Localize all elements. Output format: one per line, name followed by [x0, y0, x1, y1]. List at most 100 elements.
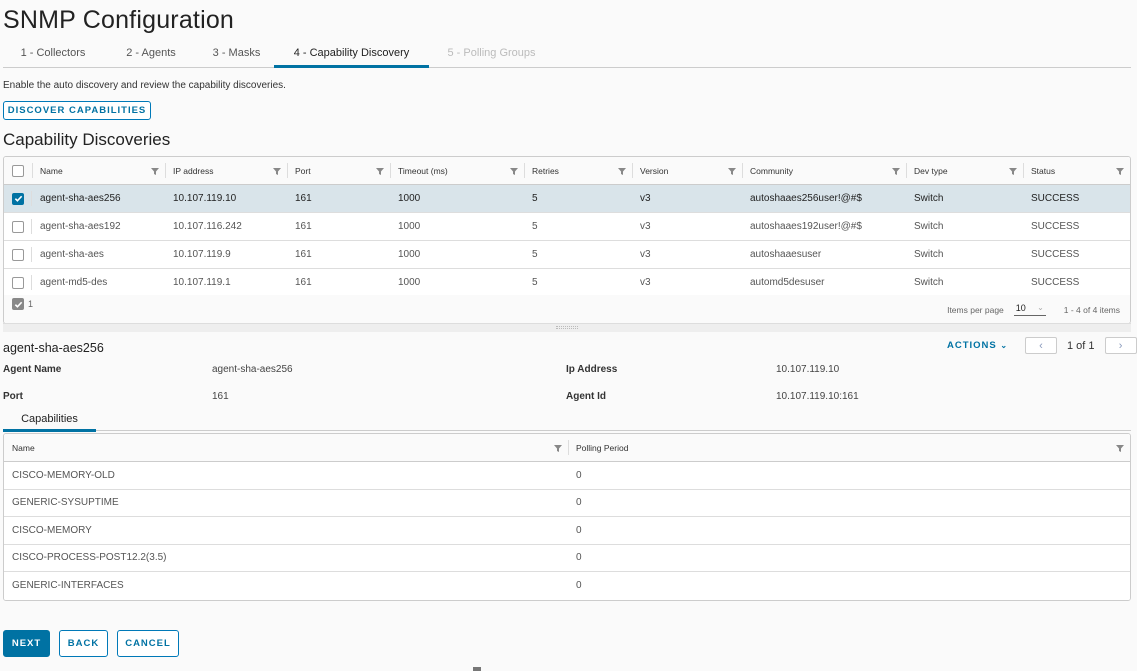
- step-capability-discovery[interactable]: 4 - Capability Discovery: [274, 42, 429, 68]
- cell-port: 161: [295, 221, 312, 232]
- column-header-timeout[interactable]: Timeout (ms): [390, 157, 524, 184]
- table-row[interactable]: agent-sha-aes192 10.107.116.242 161 1000…: [4, 213, 1130, 241]
- column-label: Timeout (ms): [398, 165, 448, 176]
- cell-retries: 5: [532, 249, 538, 260]
- next-button[interactable]: NEXT: [3, 630, 50, 657]
- filter-icon[interactable]: [510, 167, 518, 175]
- pagination: Items per page 10 ⌄ 1 - 4 of 4 items: [947, 303, 1120, 316]
- filter-icon[interactable]: [728, 167, 736, 175]
- cell-name: GENERIC-SYSUPTIME: [12, 497, 119, 509]
- cell-port: 161: [295, 193, 312, 204]
- filter-icon[interactable]: [1116, 167, 1124, 175]
- cell-devtype: Switch: [914, 193, 944, 204]
- table-row[interactable]: CISCO-MEMORY-OLD 0: [4, 462, 1130, 490]
- split-resize-handle[interactable]: [3, 323, 1131, 332]
- cell-status: SUCCESS: [1031, 193, 1080, 204]
- cell-ip: 10.107.119.9: [173, 249, 231, 260]
- column-label: IP address: [173, 165, 214, 176]
- selected-indicator-checkbox[interactable]: [12, 298, 24, 310]
- column-header-retries[interactable]: Retries: [524, 157, 632, 184]
- filter-icon[interactable]: [1116, 444, 1124, 452]
- capabilities-datagrid: Name Polling Period CISCO-MEMORY-OLD 0 G…: [3, 433, 1131, 601]
- filter-icon[interactable]: [554, 444, 562, 452]
- row-checkbox[interactable]: [12, 192, 24, 205]
- step-masks[interactable]: 3 - Masks: [199, 42, 274, 68]
- column-label: Name: [12, 442, 35, 453]
- filter-icon[interactable]: [151, 167, 159, 175]
- cell-community: autoshaaes192user!@#$: [750, 221, 862, 232]
- table-row[interactable]: agent-sha-aes256 10.107.119.10 161 1000 …: [4, 185, 1130, 213]
- row-select-cell: [4, 269, 32, 296]
- column-header-community[interactable]: Community: [742, 157, 906, 184]
- chevron-right-icon: ›: [1118, 339, 1123, 352]
- column-header-port[interactable]: Port: [287, 157, 390, 184]
- table-row[interactable]: agent-md5-des 10.107.119.1 161 1000 5 v3…: [4, 269, 1130, 297]
- table-row[interactable]: agent-sha-aes 10.107.119.9 161 1000 5 v3…: [4, 241, 1130, 269]
- cell-name: CISCO-MEMORY: [12, 524, 92, 536]
- cancel-button[interactable]: CANCEL: [117, 630, 179, 657]
- column-label: Community: [750, 165, 793, 176]
- selection-count: 1: [12, 298, 33, 310]
- tab-capabilities[interactable]: Capabilities: [3, 410, 96, 432]
- cell-polling-period: 0: [576, 497, 582, 509]
- cell-name: GENERIC-INTERFACES: [12, 580, 124, 592]
- cell-name: agent-sha-aes256: [40, 193, 121, 204]
- cell-timeout: 1000: [398, 221, 421, 232]
- column-label: Polling Period: [576, 442, 629, 453]
- cell-polling-period: 0: [576, 469, 582, 481]
- select-all-cell: [4, 157, 32, 184]
- filter-icon[interactable]: [273, 167, 281, 175]
- port-value: 161: [212, 391, 229, 402]
- previous-button[interactable]: ‹: [1025, 337, 1057, 354]
- column-header-polling-period[interactable]: Polling Period: [568, 434, 1130, 461]
- discoveries-datagrid: Name IP address Port Timeout (ms) Retrie…: [3, 156, 1131, 324]
- wizard-steps: 1 - Collectors 2 - Agents 3 - Masks 4 - …: [3, 42, 1131, 68]
- column-label: Name: [40, 165, 63, 176]
- grip-icon: [556, 326, 578, 329]
- cell-timeout: 1000: [398, 277, 421, 288]
- chevron-down-icon: ⌄: [1000, 341, 1009, 350]
- column-header-ip[interactable]: IP address: [165, 157, 287, 184]
- next-page-button[interactable]: ›: [1104, 337, 1137, 354]
- cell-name: CISCO-PROCESS-POST12.2(3.5): [12, 552, 167, 564]
- actions-dropdown[interactable]: ACTIONS ⌄: [947, 340, 1008, 351]
- scroll-handle[interactable]: [473, 667, 481, 671]
- page-title: SNMP Configuration: [3, 6, 235, 34]
- check-icon: [14, 195, 22, 202]
- table-row[interactable]: CISCO-PROCESS-POST12.2(3.5) 0: [4, 544, 1130, 572]
- column-header-devtype[interactable]: Dev type: [906, 157, 1023, 184]
- row-checkbox[interactable]: [12, 248, 24, 261]
- row-checkbox[interactable]: [12, 276, 24, 289]
- column-label: Dev type: [914, 165, 948, 176]
- column-header-status[interactable]: Status: [1023, 157, 1130, 184]
- table-row[interactable]: CISCO-MEMORY 0: [4, 517, 1130, 545]
- cell-timeout: 1000: [398, 249, 421, 260]
- cell-name: agent-sha-aes: [40, 249, 104, 260]
- discover-capabilities-button[interactable]: DISCOVER CAPABILITIES: [3, 101, 151, 120]
- select-all-checkbox[interactable]: [12, 164, 24, 177]
- column-header-name[interactable]: Name: [4, 434, 568, 461]
- column-header-version[interactable]: Version: [632, 157, 742, 184]
- table-row[interactable]: GENERIC-INTERFACES 0: [4, 572, 1130, 600]
- agent-id-label: Agent Id: [566, 391, 606, 402]
- intro-text: Enable the auto discovery and review the…: [3, 80, 286, 91]
- column-header-name[interactable]: Name: [32, 157, 165, 184]
- step-collectors[interactable]: 1 - Collectors: [3, 42, 103, 68]
- pager-text: 1 of 1: [1067, 339, 1095, 352]
- table-row[interactable]: GENERIC-SYSUPTIME 0: [4, 489, 1130, 517]
- datagrid-header: Name IP address Port Timeout (ms) Retrie…: [4, 157, 1130, 185]
- cell-devtype: Switch: [914, 277, 944, 288]
- filter-icon[interactable]: [1009, 167, 1017, 175]
- cell-devtype: Switch: [914, 249, 944, 260]
- port-label: Port: [3, 391, 23, 402]
- filter-icon[interactable]: [376, 167, 384, 175]
- filter-icon[interactable]: [892, 167, 900, 175]
- step-polling-groups: 5 - Polling Groups: [447, 47, 536, 59]
- back-button[interactable]: BACK: [59, 630, 108, 657]
- cell-port: 161: [295, 277, 312, 288]
- filter-icon[interactable]: [618, 167, 626, 175]
- step-agents[interactable]: 2 - Agents: [103, 42, 199, 68]
- items-per-page-select[interactable]: 10 ⌄: [1013, 303, 1046, 316]
- cell-name: CISCO-MEMORY-OLD: [12, 469, 115, 481]
- row-checkbox[interactable]: [12, 220, 24, 233]
